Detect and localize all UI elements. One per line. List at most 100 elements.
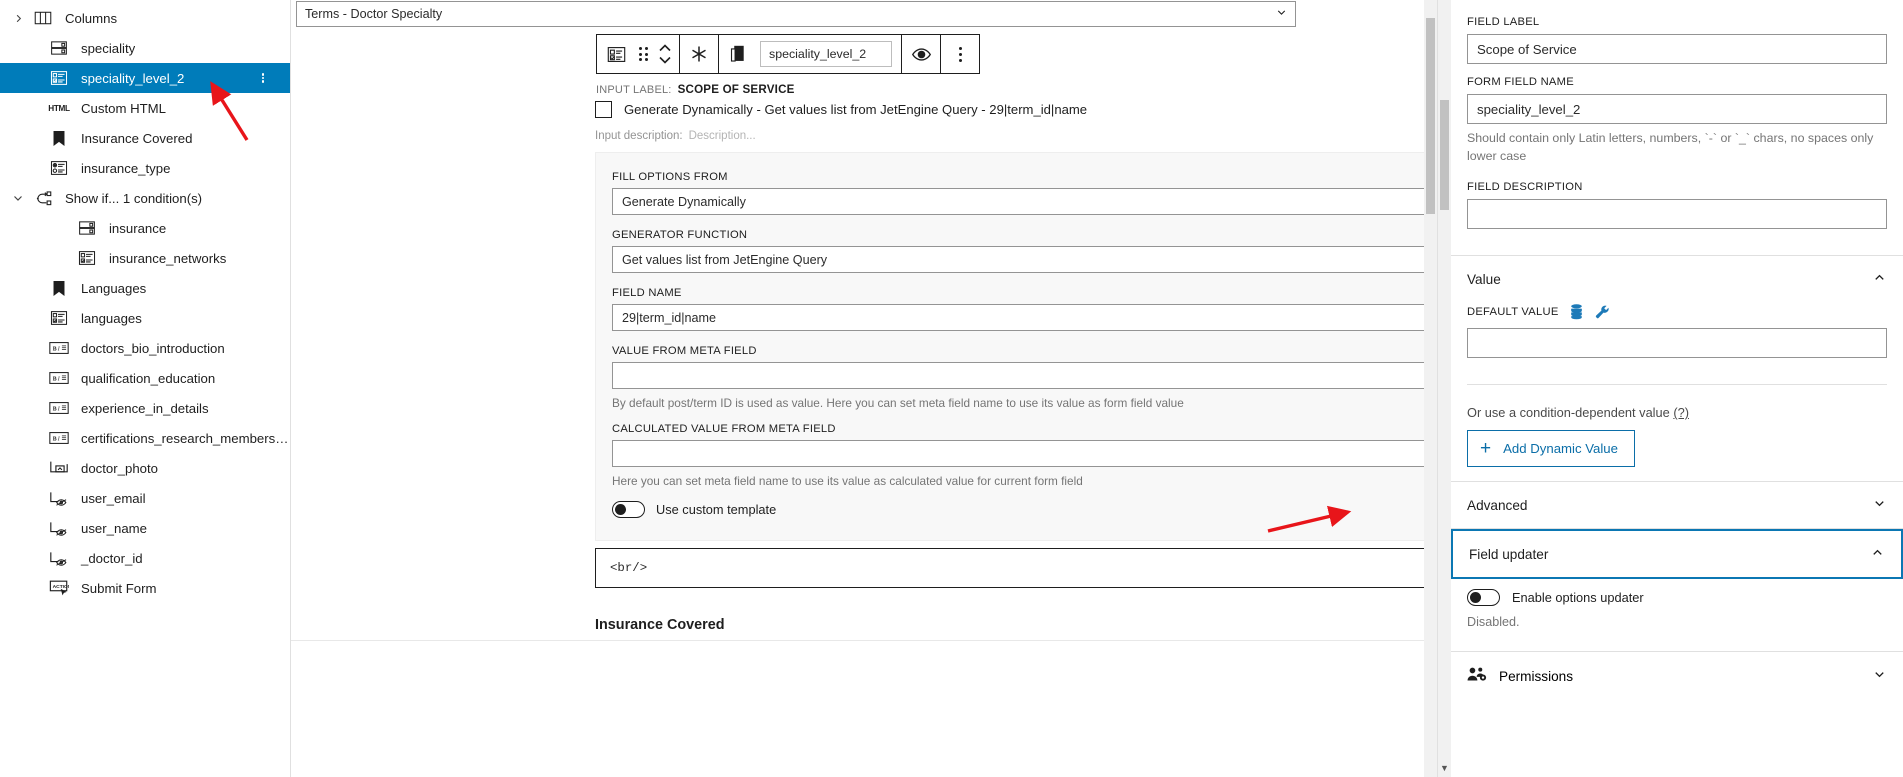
toolbar-group-preview <box>902 35 941 73</box>
block-list: Columns speciality speciality_level_2 HTML C… <box>0 3 290 603</box>
input-label-line: INPUT LABEL: SCOPE OF SERVICE <box>596 83 795 96</box>
custom-html-block[interactable]: <br/> <box>595 548 1437 588</box>
list-item-languages[interactable]: languages <box>0 303 290 333</box>
field-name-setting-input[interactable]: 29|term_id|name <box>612 304 1437 331</box>
default-value-label: DEFAULT VALUE <box>1467 306 1559 319</box>
list-item-insurance[interactable]: insurance <box>0 213 290 243</box>
svg-text:B: B <box>53 376 57 382</box>
list-item-show-if-1-condition-s[interactable]: Show if... 1 condition(s) <box>0 183 290 213</box>
field-updater-panel-header[interactable]: Field updater <box>1451 529 1903 580</box>
input-description-row[interactable]: Input description: Description... <box>595 130 756 142</box>
value-panel-header[interactable]: Value <box>1451 256 1903 302</box>
condition-dependent-note-text: Or use a condition-dependent value <box>1467 405 1670 421</box>
field-name-input[interactable]: speciality_level_2 <box>760 41 892 67</box>
list-item-languages[interactable]: Languages <box>0 273 290 303</box>
form-field-name-input[interactable]: speciality_level_2 <box>1467 94 1887 124</box>
chevron-up-icon <box>1870 545 1885 563</box>
checkbox-field-icon[interactable] <box>600 35 632 73</box>
svg-text:I: I <box>57 436 61 442</box>
list-item-submit-form[interactable]: ACTION Submit Form <box>0 573 290 603</box>
list-item-doctor-id[interactable]: _doctor_id <box>0 543 290 573</box>
wrench-icon[interactable] <box>1594 304 1610 320</box>
list-item-user-email[interactable]: user_email <box>0 483 290 513</box>
chevron-down-icon[interactable] <box>6 192 30 204</box>
list-item-label: speciality <box>81 40 136 56</box>
field-label-label: FIELD LABEL <box>1467 16 1540 28</box>
list-item-doctors-bio-introduction[interactable]: B Idoctors_bio_introduction <box>0 333 290 363</box>
list-item-custom-html[interactable]: HTML Custom HTML <box>0 93 290 123</box>
enable-options-updater-row[interactable]: Enable options updater <box>1467 589 1887 607</box>
checkbox-field-icon <box>46 69 72 87</box>
default-value-input[interactable] <box>1467 328 1887 359</box>
generate-dynamically-row[interactable]: Generate Dynamically - Get values list f… <box>595 101 1087 118</box>
section-divider <box>291 640 1437 641</box>
form-field-name-help: Should contain only Latin letters, numbe… <box>1467 131 1874 163</box>
canvas-scrollbar-thumb[interactable] <box>1426 18 1435 214</box>
list-item-doctor-photo[interactable]: doctor_photo <box>0 453 290 483</box>
use-custom-template-label: Use custom template <box>656 502 777 517</box>
calculated-value-input[interactable] <box>612 440 1437 467</box>
condition-help-link[interactable]: (?) <box>1673 405 1689 420</box>
list-item-insurance-type[interactable]: insurance_type <box>0 153 290 183</box>
list-item-qualification-education[interactable]: B Iqualification_education <box>0 363 290 393</box>
list-item-label: insurance_type <box>81 160 171 176</box>
chevron-right-icon[interactable] <box>6 13 30 24</box>
permissions-panel-header[interactable]: Permissions <box>1451 652 1903 700</box>
duplicate-icon[interactable] <box>722 35 754 73</box>
scroll-down-arrow-icon[interactable]: ▼ <box>1438 763 1451 773</box>
columns-icon <box>30 9 56 27</box>
condition-dependent-value-section: Or use a condition-dependent value (?) +… <box>1451 385 1903 481</box>
list-item-label: Custom HTML <box>81 100 166 116</box>
list-item-options-icon[interactable] <box>254 69 272 87</box>
list-item-user-name[interactable]: user_name <box>0 513 290 543</box>
value-from-meta-field-help: By default post/term ID is used as value… <box>612 396 1184 410</box>
advanced-panel-header[interactable]: Advanced <box>1451 482 1903 528</box>
generate-dynamically-checkbox[interactable] <box>595 101 612 118</box>
input-description-placeholder: Description... <box>688 130 756 142</box>
list-item-label: Show if... 1 condition(s) <box>65 190 203 206</box>
list-item-label: languages <box>81 310 142 326</box>
terms-source-select[interactable]: Terms - Doctor Specialty <box>296 1 1296 27</box>
enable-options-updater-toggle[interactable] <box>1467 589 1500 607</box>
field-description-input[interactable] <box>1467 199 1887 230</box>
media-field-icon <box>46 460 72 476</box>
fill-options-from-select[interactable]: Generate Dynamically <box>612 188 1437 215</box>
block-toolbar: speciality_level_2 <box>596 34 980 74</box>
list-item-columns[interactable]: Columns <box>0 3 290 33</box>
list-item-experience-in-details[interactable]: B Iexperience_in_details <box>0 393 290 423</box>
wysiwyg-icon: BI <box>46 401 72 415</box>
use-custom-template-toggle[interactable] <box>612 501 645 518</box>
wysiwyg-icon: BI <box>46 431 72 445</box>
more-options-icon[interactable] <box>944 35 976 73</box>
value-from-meta-field-input[interactable] <box>612 362 1437 389</box>
database-icon[interactable] <box>1569 304 1584 320</box>
list-item-certifications-research-membership[interactable]: B Icertifications_research_membership <box>0 423 290 453</box>
inspector-scrollbar[interactable]: ▼ <box>1438 0 1451 777</box>
eye-icon[interactable] <box>905 35 937 73</box>
list-item-insurance-networks[interactable]: insurance_networks <box>0 243 290 273</box>
list-item-label: Insurance Covered <box>81 130 193 146</box>
input-label-value: SCOPE OF SERVICE <box>677 83 795 96</box>
radio-field-icon <box>74 219 100 237</box>
generator-function-select[interactable]: Get values list from JetEngine Query <box>612 246 1437 273</box>
inspector-scrollbar-thumb[interactable] <box>1440 100 1449 210</box>
list-item-label: Submit Form <box>81 580 157 596</box>
list-item-label: user_email <box>81 490 146 506</box>
list-item-speciality-level-2[interactable]: speciality_level_2 <box>0 63 290 93</box>
list-item-insurance-covered[interactable]: Insurance Covered <box>0 123 290 153</box>
canvas-scrollbar[interactable] <box>1424 0 1437 777</box>
field-name-input-value: speciality_level_2 <box>769 47 867 61</box>
drag-dots-icon[interactable] <box>632 35 654 73</box>
terms-source-value: Terms - Doctor Specialty <box>305 7 443 21</box>
use-custom-template-row[interactable]: Use custom template <box>612 501 1437 518</box>
list-item-speciality[interactable]: speciality <box>0 33 290 63</box>
toolbar-group-block <box>597 35 680 73</box>
move-up-down-icon[interactable] <box>654 35 676 73</box>
required-asterisk-icon[interactable] <box>683 35 715 73</box>
list-item-label: insurance_networks <box>109 250 227 266</box>
field-label-input[interactable]: Scope of Service <box>1467 34 1887 64</box>
calculated-value-help: Here you can set meta field name to use … <box>612 474 1083 488</box>
advanced-panel-title: Advanced <box>1467 497 1528 513</box>
chevron-down-icon <box>1872 496 1887 514</box>
add-dynamic-value-button[interactable]: + Add Dynamic Value <box>1467 430 1635 468</box>
